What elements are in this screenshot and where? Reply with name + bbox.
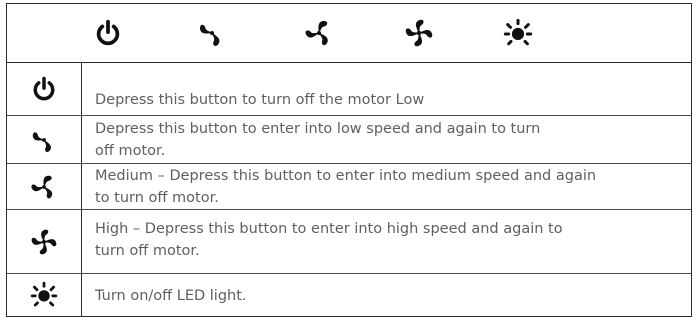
table-row: Depress this button to turn off the moto… [7, 63, 691, 116]
row-description: High – Depress this button to enter into… [95, 218, 661, 262]
power-icon [93, 18, 123, 48]
table-row: High – Depress this button to enter into… [7, 210, 691, 274]
row-description: Turn on/off LED light. [95, 285, 661, 307]
light-icon [30, 281, 58, 309]
power-icon-cell [7, 63, 82, 115]
description-line: Medium – Depress this button to enter in… [95, 168, 597, 184]
fan-low-icon [197, 18, 227, 48]
description-line: Depress this button to enter into low sp… [95, 121, 541, 137]
description-line: Depress this button to turn off the moto… [95, 92, 425, 108]
table-header-row [7, 4, 691, 63]
fan-high-icon-cell [7, 210, 82, 273]
fan-high-icon [30, 228, 58, 256]
description-line: turn off motor. [95, 243, 200, 259]
table-row: Medium – Depress this button to enter in… [7, 164, 691, 210]
description-line: off motor. [95, 143, 166, 159]
row-description: Medium – Depress this button to enter in… [95, 165, 661, 209]
row-description: Depress this button to enter into low sp… [95, 118, 661, 162]
description-line: Turn on/off LED light. [95, 288, 247, 304]
table-row: Turn on/off LED light. [7, 274, 691, 316]
fan-medium-icon [304, 18, 334, 48]
table-row: Depress this button to enter into low sp… [7, 116, 691, 164]
light-icon [503, 18, 533, 48]
fan-high-icon [404, 18, 434, 48]
fan-medium-icon [30, 173, 58, 201]
description-line: to turn off motor. [95, 190, 219, 206]
description-line: High – Depress this button to enter into… [95, 221, 563, 237]
fan-medium-icon-cell [7, 164, 82, 209]
fan-low-icon-cell [7, 116, 82, 163]
light-icon-cell [7, 274, 82, 316]
row-description: Depress this button to turn off the moto… [95, 89, 661, 111]
remote-button-table: Depress this button to turn off the moto… [6, 3, 692, 317]
fan-low-icon [30, 126, 58, 154]
power-icon [30, 75, 58, 103]
